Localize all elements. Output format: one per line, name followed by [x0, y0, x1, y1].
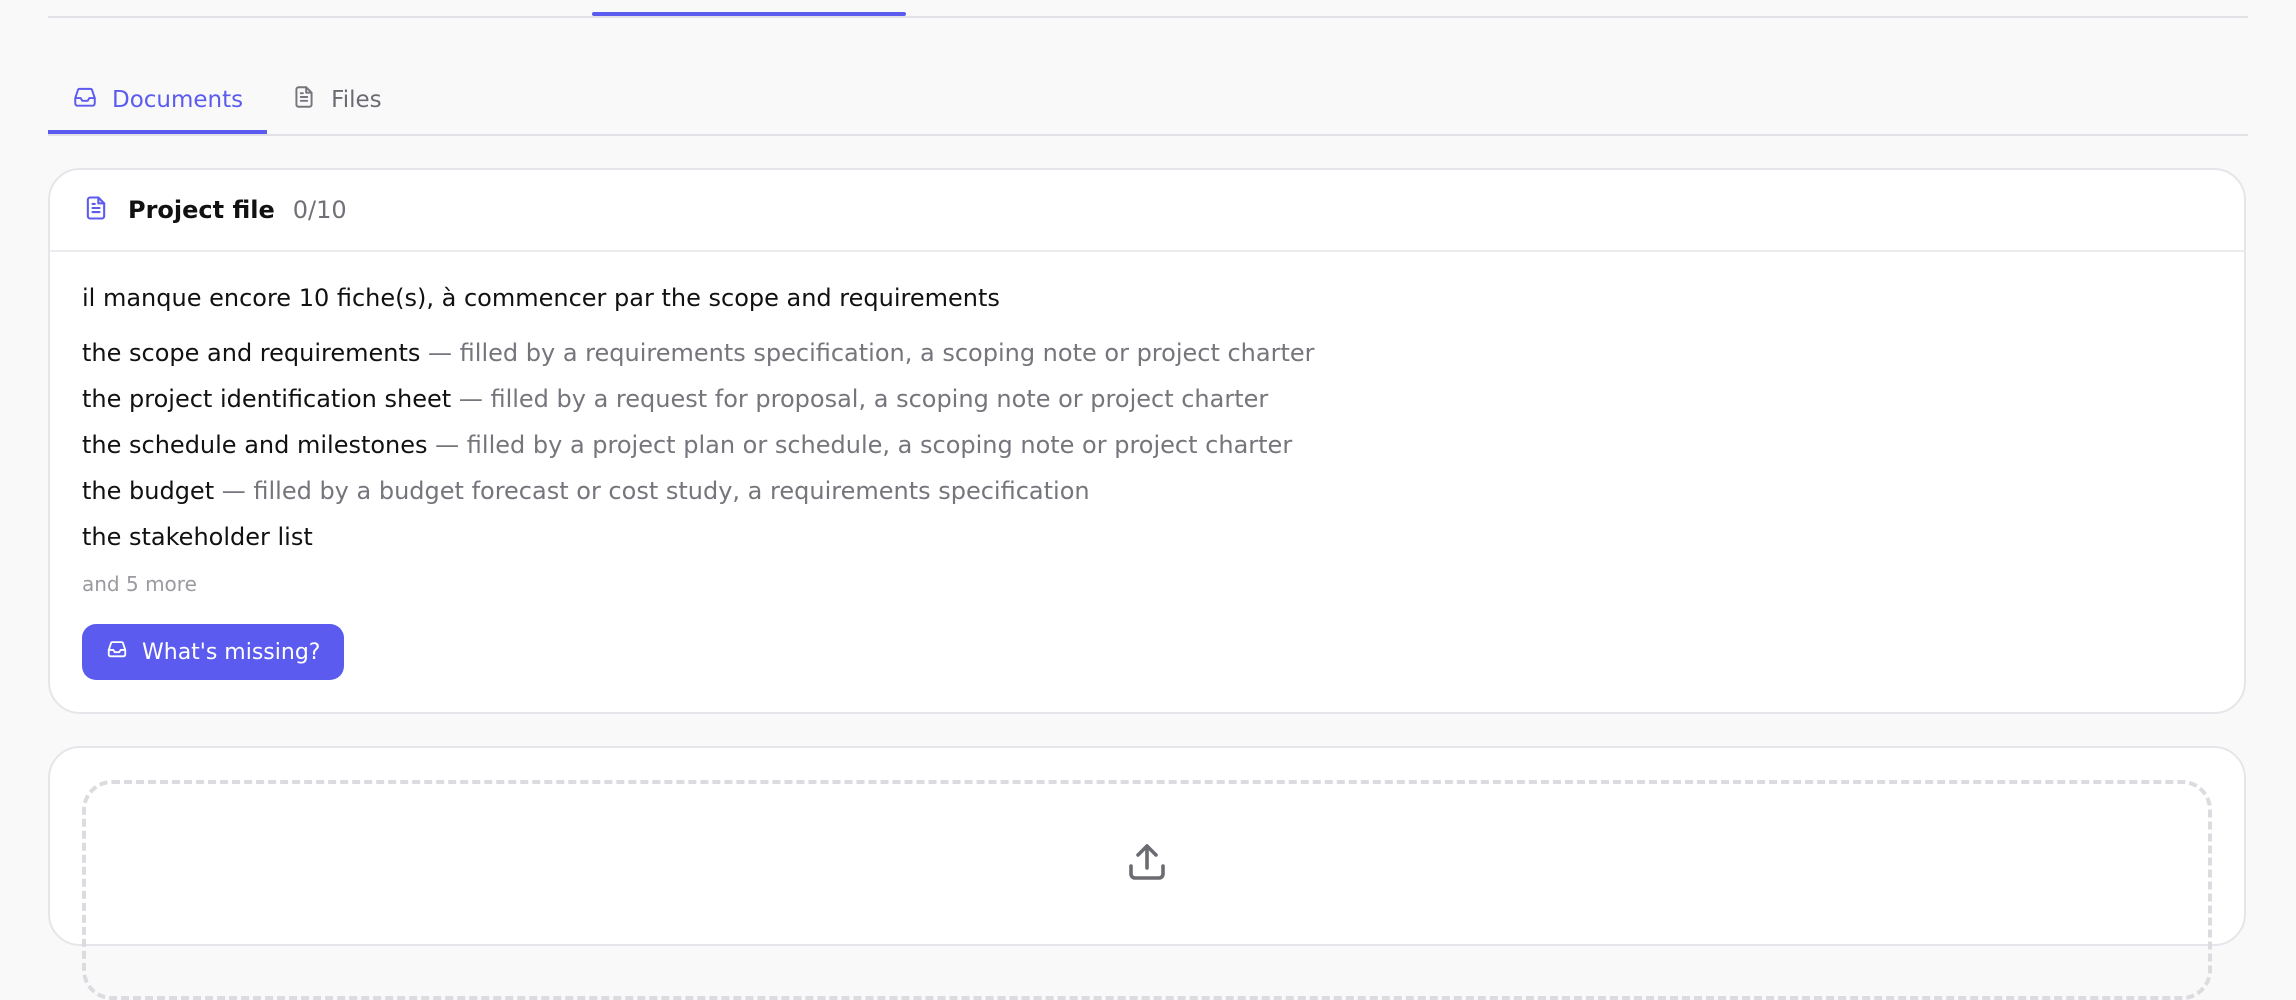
project-file-body: il manque encore 10 fiche(s), à commence… [50, 282, 2244, 680]
document-tabs: Documents Files [48, 70, 2248, 136]
whats-missing-button[interactable]: What's missing? [82, 624, 345, 680]
project-file-header: Project file 0/10 [50, 170, 2244, 252]
project-file-card: Project file 0/10 il manque encore 10 fi… [48, 168, 2246, 714]
item-name: the stakeholder list [82, 523, 313, 551]
file-icon [291, 84, 317, 116]
top-tab-active-indicator [592, 12, 906, 16]
item-description: — filled by a request for proposal, a sc… [451, 385, 1269, 413]
missing-items-list: the scope and requirements — filled by a… [82, 338, 2212, 598]
item-description: — filled by a budget forecast or cost st… [214, 477, 1090, 505]
project-file-title: Project file [128, 196, 275, 224]
missing-summary: il manque encore 10 fiche(s), à commence… [82, 284, 1000, 312]
list-item: the scope and requirements — filled by a… [82, 338, 2212, 384]
tab-documents-label: Documents [112, 87, 244, 113]
project-file-count: 0/10 [292, 196, 347, 224]
item-name: the project identification sheet [82, 385, 452, 413]
item-name: the budget [82, 477, 215, 505]
list-item: the schedule and milestones — filled by … [82, 430, 2212, 476]
upload-icon [1123, 838, 1171, 886]
tab-files-label: Files [331, 87, 382, 113]
upload-card [48, 746, 2246, 1000]
item-description: — filled by a requirements specification… [420, 339, 1315, 367]
item-description: — filled by a project plan or schedule, … [427, 431, 1293, 459]
file-text-icon [82, 194, 110, 226]
list-item: the stakeholder list [82, 522, 2212, 568]
inbox-icon [106, 638, 128, 666]
whats-missing-label: What's missing? [142, 639, 321, 665]
more-items-note: and 5 more [82, 572, 197, 596]
file-dropzone[interactable] [82, 780, 2212, 1000]
list-item: the project identification sheet — fille… [82, 384, 2212, 430]
tab-files[interactable]: Files [267, 70, 405, 130]
inbox-icon [72, 84, 98, 116]
item-name: the schedule and milestones [82, 431, 428, 459]
item-name: the scope and requirements [82, 339, 421, 367]
tab-documents[interactable]: Documents [48, 70, 268, 134]
list-item: the budget — filled by a budget forecast… [82, 476, 2212, 522]
top-tabs-divider [48, 16, 2248, 18]
